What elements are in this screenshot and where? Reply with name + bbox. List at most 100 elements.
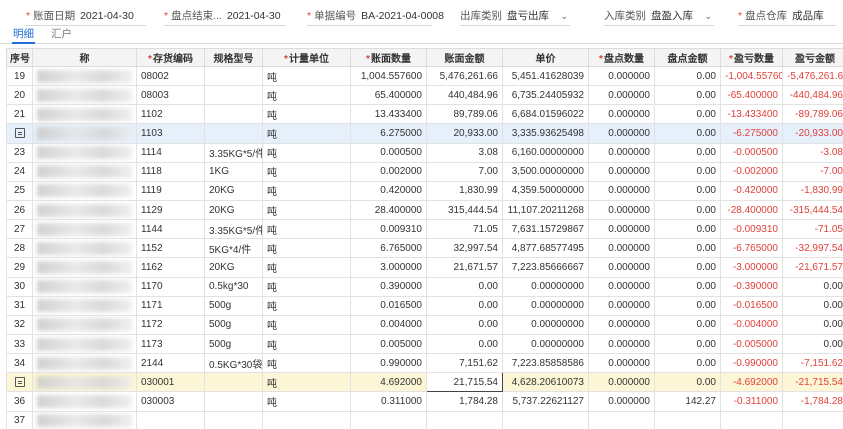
- spec-cell[interactable]: 500g: [204, 295, 263, 316]
- unit-cell[interactable]: 吨: [262, 85, 351, 106]
- spec-cell[interactable]: [204, 65, 263, 87]
- filter-outbound-category[interactable]: 出库类别 盘亏出库 ⌄: [460, 8, 570, 26]
- filter-value[interactable]: BA-2021-04-0008: [361, 10, 444, 22]
- count-amt-cell[interactable]: 0.00: [654, 123, 721, 144]
- diff-qty-cell[interactable]: -1,004.557600: [720, 65, 783, 87]
- code-cell[interactable]: 1171: [136, 295, 205, 316]
- count-amt-cell[interactable]: 0.00: [654, 372, 721, 393]
- count-qty-cell[interactable]: 0.000000: [588, 104, 655, 125]
- unit-cell[interactable]: 吨: [262, 333, 351, 355]
- count-amt-cell[interactable]: 0.00: [654, 257, 721, 278]
- count-qty-cell[interactable]: 0.000000: [588, 276, 655, 297]
- code-cell[interactable]: 1170: [136, 276, 205, 297]
- book-qty-cell[interactable]: 3.000000: [350, 257, 427, 278]
- unit-cell[interactable]: 吨: [262, 276, 351, 297]
- spec-cell[interactable]: [204, 104, 263, 125]
- price-cell[interactable]: 11,107.20211268: [502, 199, 589, 221]
- item-name-cell[interactable]: [32, 65, 137, 87]
- book-qty-cell[interactable]: 0.005000: [350, 333, 427, 355]
- column-header[interactable]: *盘点数量: [588, 48, 655, 67]
- spec-cell[interactable]: 500g: [204, 333, 263, 355]
- table-row[interactable]: 20 08003 吨 65.400000 440,484.96 6,735.2440593…: [6, 85, 843, 106]
- unit-cell[interactable]: 吨: [262, 65, 351, 87]
- spec-cell[interactable]: 3.35KG*5/件: [204, 142, 263, 163]
- spec-cell[interactable]: 5KG*4/件: [204, 238, 263, 259]
- item-name-cell[interactable]: [32, 219, 137, 240]
- price-cell[interactable]: 6,684.01596022: [502, 104, 589, 125]
- count-qty-cell[interactable]: 0.000000: [588, 391, 655, 412]
- diff-qty-cell[interactable]: -0.004000: [720, 314, 783, 335]
- item-name-cell[interactable]: [32, 161, 137, 182]
- column-header[interactable]: *计量单位: [262, 48, 351, 67]
- count-qty-cell[interactable]: 0.000000: [588, 123, 655, 144]
- diff-qty-cell[interactable]: -13.433400: [720, 104, 783, 125]
- diff-amt-cell[interactable]: -440,484.96: [782, 85, 843, 106]
- item-name-cell[interactable]: [32, 199, 137, 221]
- column-header[interactable]: 序号: [6, 48, 33, 67]
- spec-cell[interactable]: 500g: [204, 314, 263, 335]
- price-cell[interactable]: 5,451.41628039: [502, 65, 589, 87]
- item-name-cell[interactable]: [32, 276, 137, 297]
- filter-value[interactable]: 盘盈入库: [651, 10, 693, 22]
- book-amt-cell[interactable]: 7.00: [426, 161, 503, 182]
- book-amt-cell[interactable]: 21,671.57: [426, 257, 503, 278]
- spec-cell[interactable]: 0.5KG*30袋: [204, 353, 263, 374]
- book-qty-cell[interactable]: 0.016500: [350, 295, 427, 316]
- price-cell[interactable]: 7,631.15729867: [502, 219, 589, 240]
- table-row[interactable]: 19 08002 吨 1,004.557600 5,476,261.66 5,451.41…: [6, 65, 843, 87]
- code-cell[interactable]: 1114: [136, 142, 205, 163]
- table-row[interactable]: 030001 吨 4.692000 21,715.54 4,628.20610073 0.…: [6, 372, 843, 393]
- code-cell[interactable]: 030001: [136, 372, 205, 393]
- price-cell[interactable]: [502, 410, 589, 429]
- filter-value[interactable]: 盘亏出库: [507, 10, 549, 22]
- code-cell[interactable]: 1162: [136, 257, 205, 278]
- diff-amt-cell[interactable]: 0.00: [782, 333, 843, 355]
- spec-cell[interactable]: [204, 410, 263, 429]
- spec-cell[interactable]: 1KG: [204, 161, 263, 182]
- book-qty-cell[interactable]: 0.420000: [350, 180, 427, 201]
- spec-cell[interactable]: 20KG: [204, 257, 263, 278]
- count-qty-cell[interactable]: 0.000000: [588, 85, 655, 106]
- book-amt-cell[interactable]: 32,997.54: [426, 238, 503, 259]
- spec-cell[interactable]: 3.35KG*5/件: [204, 219, 263, 240]
- column-header[interactable]: *存货编码: [136, 48, 205, 67]
- diff-qty-cell[interactable]: -0.009310: [720, 219, 783, 240]
- diff-qty-cell[interactable]: -6.275000: [720, 123, 783, 144]
- unit-cell[interactable]: 吨: [262, 104, 351, 125]
- price-cell[interactable]: 6,160.00000000: [502, 142, 589, 163]
- filter-value[interactable]: 成品库: [792, 10, 824, 22]
- diff-qty-cell[interactable]: -0.005000: [720, 333, 783, 355]
- count-qty-cell[interactable]: [588, 410, 655, 429]
- book-amt-cell[interactable]: 7,151.62: [426, 353, 503, 374]
- count-qty-cell[interactable]: 0.000000: [588, 372, 655, 393]
- book-amt-cell[interactable]: 440,484.96: [426, 85, 503, 106]
- unit-cell[interactable]: 吨: [262, 372, 351, 393]
- count-amt-cell[interactable]: 0.00: [654, 295, 721, 316]
- table-row[interactable]: 29 1162 20KG 吨 3.000000 21,671.57 7,223.856666…: [6, 257, 843, 278]
- diff-amt-cell[interactable]: -1,830.99: [782, 180, 843, 201]
- filter-count-warehouse[interactable]: * 盘点仓库 成品库: [738, 8, 836, 26]
- count-qty-cell[interactable]: 0.000000: [588, 180, 655, 201]
- table-row[interactable]: 30 1170 0.5kg*30 吨 0.390000 0.00 0.00000000 0.0…: [6, 276, 843, 297]
- book-qty-cell[interactable]: 0.000500: [350, 142, 427, 163]
- count-amt-cell[interactable]: 0.00: [654, 314, 721, 335]
- code-cell[interactable]: 1103: [136, 123, 205, 144]
- diff-amt-cell[interactable]: -315,444.54: [782, 199, 843, 221]
- price-cell[interactable]: 6,735.24405932: [502, 85, 589, 106]
- spec-cell[interactable]: [204, 391, 263, 412]
- tab-detail[interactable]: 明细: [12, 28, 35, 44]
- code-cell[interactable]: 030003: [136, 391, 205, 412]
- count-amt-cell[interactable]: 0.00: [654, 199, 721, 221]
- price-cell[interactable]: 3,500.00000000: [502, 161, 589, 182]
- column-header[interactable]: 单价: [502, 48, 589, 67]
- book-amt-cell[interactable]: 71.05: [426, 219, 503, 240]
- price-cell[interactable]: 0.00000000: [502, 276, 589, 297]
- spec-cell[interactable]: 0.5kg*30: [204, 276, 263, 297]
- price-cell[interactable]: 4,359.50000000: [502, 180, 589, 201]
- code-cell[interactable]: 08002: [136, 65, 205, 87]
- code-cell[interactable]: 1119: [136, 180, 205, 201]
- unit-cell[interactable]: 吨: [262, 295, 351, 316]
- diff-qty-cell[interactable]: -0.016500: [720, 295, 783, 316]
- table-row[interactable]: 26 1129 20KG 吨 28.400000 315,444.54 11,107.202…: [6, 199, 843, 221]
- book-amt-cell[interactable]: 0.00: [426, 333, 503, 355]
